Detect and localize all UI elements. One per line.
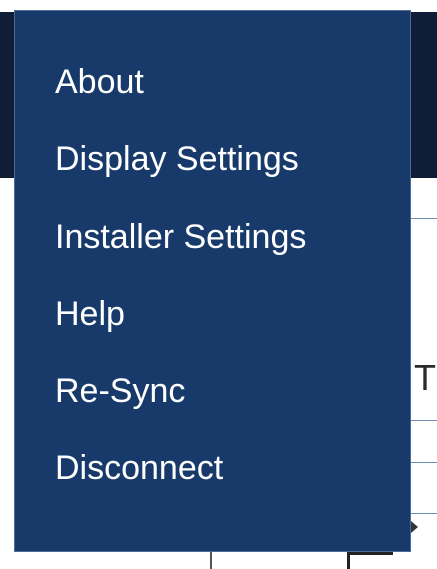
background-divider [411, 218, 437, 219]
background-divider [411, 420, 437, 421]
menu-item-about[interactable]: About [55, 57, 144, 107]
menu-item-help[interactable]: Help [55, 289, 125, 339]
chevron-right-icon[interactable] [411, 521, 418, 533]
background-divider [411, 462, 437, 463]
background-control [347, 552, 393, 569]
menu-item-re-sync[interactable]: Re-Sync [55, 366, 185, 416]
dropdown-menu: About Display Settings Installer Setting… [14, 10, 411, 552]
menu-item-installer-settings[interactable]: Installer Settings [55, 212, 306, 262]
background-divider [210, 551, 212, 569]
menu-item-disconnect[interactable]: Disconnect [55, 443, 223, 493]
background-partial-text: T [414, 357, 436, 398]
menu-item-display-settings[interactable]: Display Settings [55, 134, 299, 184]
background-divider [411, 513, 437, 514]
